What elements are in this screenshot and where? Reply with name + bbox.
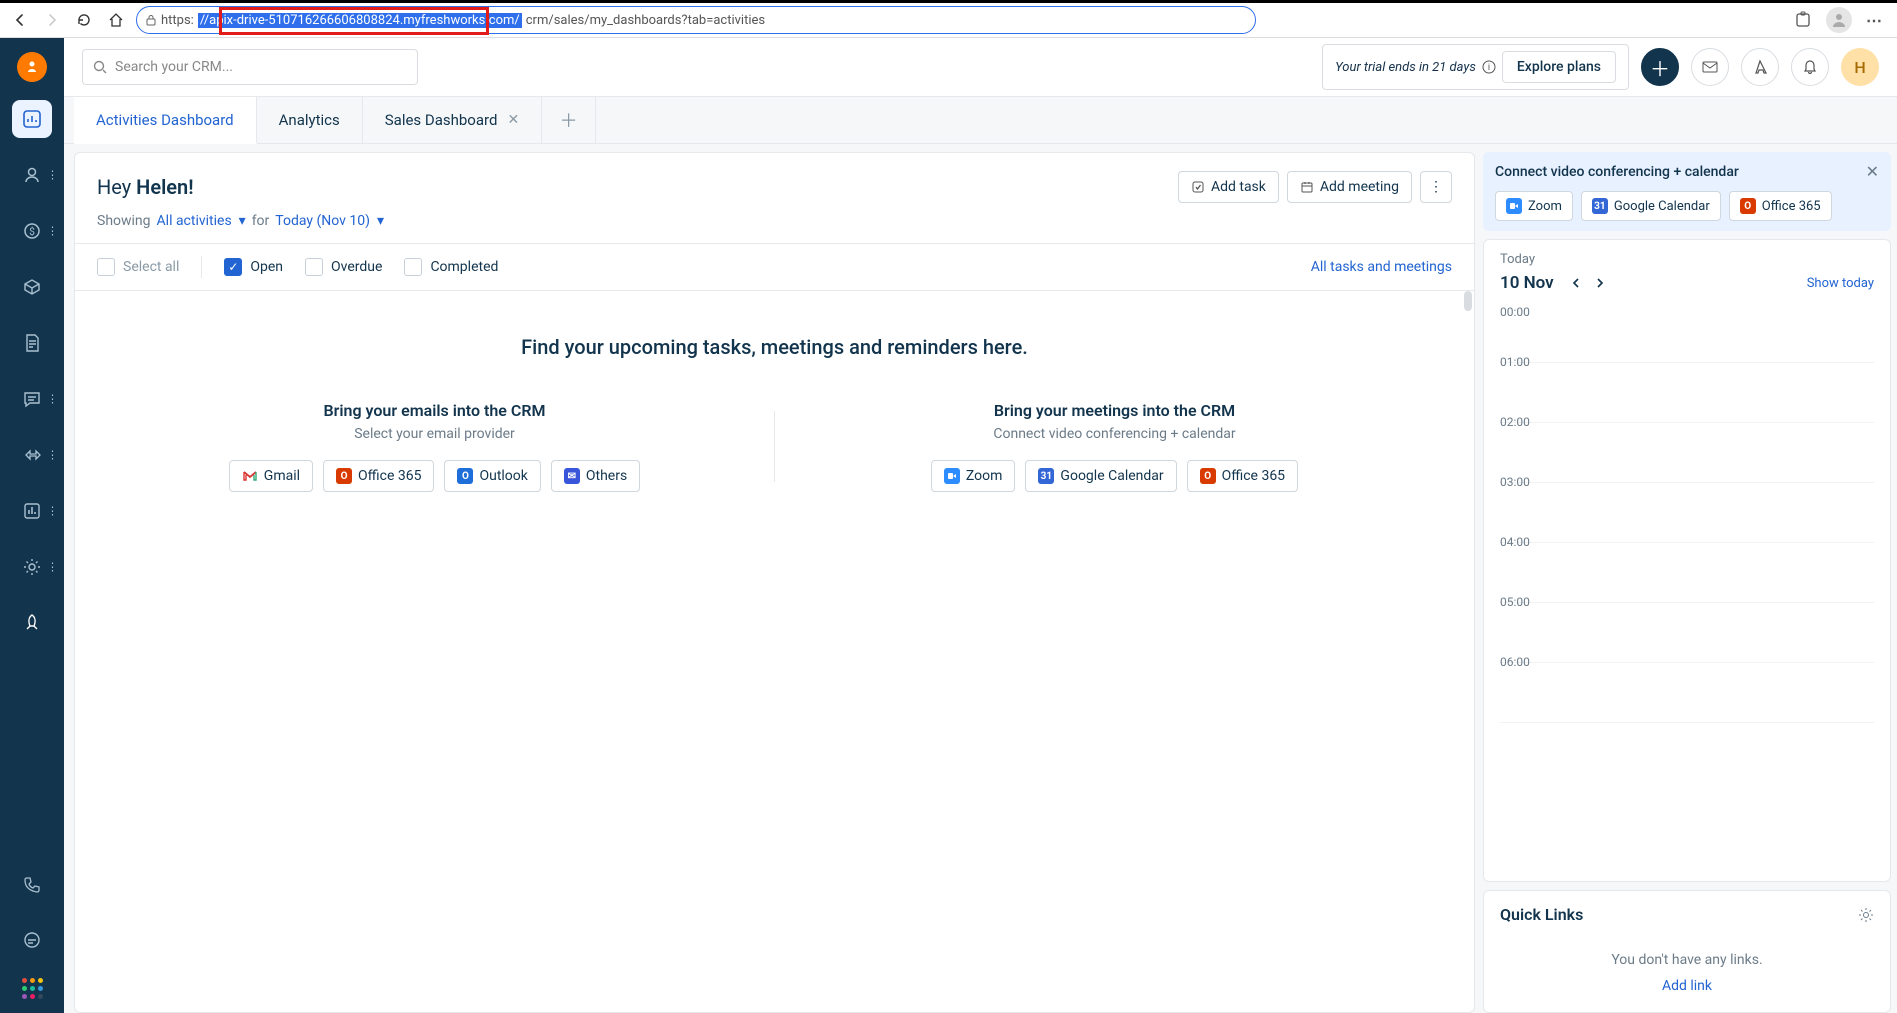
- url-selected: //apix-drive-510716266606808824.myfreshw…: [198, 13, 522, 28]
- back-button[interactable]: [8, 8, 32, 32]
- home-button[interactable]: [104, 8, 128, 32]
- url-bar[interactable]: https: //apix-drive-510716266606808824.my…: [136, 6, 1256, 34]
- rail-settings[interactable]: ⋮: [0, 548, 64, 586]
- tab-add[interactable]: ＋: [542, 97, 596, 143]
- tab-bar: Activities Dashboard Analytics Sales Das…: [64, 96, 1897, 144]
- reload-button[interactable]: [72, 8, 96, 32]
- office365-email-button[interactable]: OOffice 365: [323, 460, 434, 492]
- zoom-button[interactable]: Zoom: [931, 460, 1016, 492]
- url-prefix: https:: [161, 13, 194, 28]
- connect-zoom-button[interactable]: Zoom: [1495, 191, 1573, 221]
- url-suffix: crm/sales/my_dashboards?tab=activities: [526, 13, 765, 28]
- others-button[interactable]: ✉Others: [551, 460, 640, 492]
- search-input[interactable]: Search your CRM...: [82, 49, 418, 85]
- svg-text:$: $: [29, 225, 35, 238]
- calendar-icon: [1300, 180, 1314, 194]
- rail-automation[interactable]: ⋮: [0, 436, 64, 474]
- open-checkbox[interactable]: ✓Open: [224, 258, 283, 276]
- calendar-panel: Today 10 Nov Show today 00:00 01:00 02:0…: [1483, 239, 1891, 882]
- logo-icon[interactable]: [17, 52, 47, 82]
- emails-column: Bring your emails into the CRM Select yo…: [95, 401, 774, 492]
- rail-deals[interactable]: $ ⋮: [0, 212, 64, 250]
- gear-icon[interactable]: [1858, 907, 1874, 923]
- profile-icon[interactable]: [1826, 7, 1852, 33]
- task-icon: [1191, 180, 1205, 194]
- search-icon: [93, 60, 107, 74]
- rail-dashboard[interactable]: [0, 100, 64, 138]
- add-link-button[interactable]: Add link: [1500, 978, 1874, 994]
- mail-icon[interactable]: [1691, 48, 1729, 86]
- prev-day-button[interactable]: [1564, 271, 1588, 295]
- tab-sales-dashboard[interactable]: Sales Dashboard✕: [363, 97, 542, 143]
- filter-line: Showing All activities ▾ for Today (Nov …: [75, 213, 1474, 243]
- rail-apps[interactable]: [0, 978, 64, 999]
- browser-menu-icon[interactable]: ⋯: [1866, 11, 1883, 30]
- tab-analytics[interactable]: Analytics: [257, 97, 363, 143]
- connect-panel: Connect video conferencing + calendar✕ Z…: [1483, 152, 1891, 231]
- add-button[interactable]: ＋: [1641, 48, 1679, 86]
- rail-rocket[interactable]: [0, 604, 64, 642]
- select-all-checkbox[interactable]: Select all: [97, 258, 179, 276]
- rail-conversations[interactable]: ⋮: [0, 380, 64, 418]
- forward-button[interactable]: [40, 8, 64, 32]
- page-greeting: Hey Helen!: [97, 175, 194, 199]
- lock-icon: [145, 14, 157, 26]
- rail-reports[interactable]: ⋮: [0, 492, 64, 530]
- empty-state: Find your upcoming tasks, meetings and r…: [75, 291, 1474, 532]
- empty-title: Find your upcoming tasks, meetings and r…: [95, 335, 1454, 359]
- rail-chat[interactable]: [0, 922, 64, 960]
- rail-contacts[interactable]: ⋮: [0, 156, 64, 194]
- quick-links-panel: Quick Links You don't have any links. Ad…: [1483, 890, 1891, 1013]
- calendar-body[interactable]: 00:00 01:00 02:00 03:00 04:00 05:00 06:0…: [1484, 303, 1890, 881]
- top-bar: Search your CRM... Your trial ends in 21…: [64, 38, 1897, 96]
- browser-bar: https: //apix-drive-510716266606808824.my…: [0, 0, 1897, 38]
- completed-checkbox[interactable]: Completed: [404, 258, 498, 276]
- rail-phone[interactable]: [0, 866, 64, 904]
- filter-date-dropdown[interactable]: Today (Nov 10) ▾: [275, 213, 384, 229]
- left-rail: ⋮ $ ⋮ ⋮ ⋮ ⋮ ⋮: [0, 38, 64, 1013]
- calendar-date: 10 Nov: [1500, 273, 1554, 293]
- scroll-indicator: [1464, 291, 1472, 311]
- add-task-button[interactable]: Add task: [1178, 171, 1279, 203]
- rail-documents[interactable]: [0, 324, 64, 362]
- meetings-column: Bring your meetings into the CRM Connect…: [775, 401, 1454, 492]
- outlook-button[interactable]: OOutlook: [444, 460, 540, 492]
- extension-icon[interactable]: [1794, 11, 1812, 29]
- user-avatar[interactable]: H: [1841, 48, 1879, 86]
- bell-icon[interactable]: [1791, 48, 1829, 86]
- trial-info: Your trial ends in 21 days i Explore pla…: [1322, 44, 1629, 90]
- svg-text:i: i: [1488, 63, 1490, 73]
- overdue-checkbox[interactable]: Overdue: [305, 258, 382, 276]
- filter-bar: Select all ✓Open Overdue Completed All t…: [75, 243, 1474, 291]
- search-placeholder: Search your CRM...: [115, 59, 233, 75]
- close-icon[interactable]: ✕: [1866, 162, 1879, 181]
- more-menu-button[interactable]: ⋮: [1420, 171, 1452, 203]
- add-meeting-button[interactable]: Add meeting: [1287, 171, 1412, 203]
- explore-plans-button[interactable]: Explore plans: [1502, 51, 1616, 83]
- announce-icon[interactable]: [1741, 48, 1779, 86]
- rail-products[interactable]: [0, 268, 64, 306]
- google-calendar-button[interactable]: 31Google Calendar: [1025, 460, 1176, 492]
- office365-cal-button[interactable]: OOffice 365: [1187, 460, 1298, 492]
- tab-activities[interactable]: Activities Dashboard: [74, 97, 257, 144]
- close-icon[interactable]: ✕: [507, 112, 519, 128]
- next-day-button[interactable]: [1588, 271, 1612, 295]
- filter-activities-dropdown[interactable]: All activities ▾: [157, 213, 246, 229]
- gmail-button[interactable]: Gmail: [229, 460, 313, 492]
- info-icon[interactable]: i: [1482, 60, 1496, 74]
- all-tasks-link[interactable]: All tasks and meetings: [1311, 259, 1452, 275]
- connect-o365-button[interactable]: OOffice 365: [1729, 191, 1832, 221]
- connect-gcal-button[interactable]: 31Google Calendar: [1581, 191, 1721, 221]
- show-today-link[interactable]: Show today: [1807, 276, 1874, 291]
